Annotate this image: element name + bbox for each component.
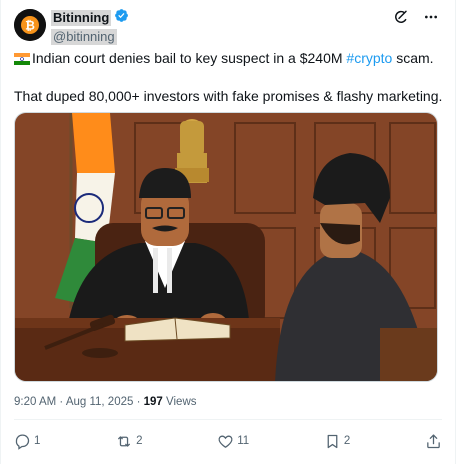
bookmark-count: 2 <box>343 435 351 447</box>
author-block: Bitinning @bitinning <box>51 8 129 46</box>
reply-count: 1 <box>34 435 41 447</box>
tweet-line-2: That duped 80,000+ investors with fake p… <box>14 88 443 104</box>
header-actions <box>393 9 439 25</box>
like-count: 11 <box>237 435 250 447</box>
reply-icon <box>15 433 30 450</box>
tweet-text: Indian court denies bail to key suspect … <box>14 49 444 106</box>
repost-count: 2 <box>136 435 143 447</box>
bookmark-button[interactable]: 2 <box>324 433 350 450</box>
grok-icon[interactable] <box>393 9 409 25</box>
meta-separator: · <box>136 396 141 408</box>
tweet-meta: 9:20 AM · Aug 11, 2025 · 197 Views <box>14 396 197 408</box>
svg-text:₿: ₿ <box>25 19 35 33</box>
tweet-text-part: Indian court denies bail to key suspect … <box>32 50 347 66</box>
meta-separator: · <box>59 396 64 408</box>
tweet-time[interactable]: 9:20 AM <box>14 396 56 408</box>
india-flag-icon <box>14 51 30 70</box>
tweet-text-part: scam. <box>392 50 434 66</box>
crypto-hashtag-link[interactable]: #crypto <box>346 50 392 66</box>
avatar[interactable]: ₿ <box>14 9 46 41</box>
tweet-card: ₿ Bitinning @bitinning Indian court deni… <box>0 0 456 464</box>
action-bar: 1 2 11 2 <box>14 430 442 452</box>
views-label: Views <box>166 396 197 408</box>
like-button[interactable]: 11 <box>217 433 249 450</box>
heart-icon <box>218 435 233 448</box>
repost-button[interactable]: 2 <box>115 433 143 450</box>
views-count: 197 <box>143 396 163 408</box>
tweet-date[interactable]: Aug 11, 2025 <box>66 396 134 408</box>
author-handle[interactable]: @bitinning <box>51 29 117 45</box>
courtroom-illustration <box>15 113 437 381</box>
tweet-line-1: Indian court denies bail to key suspect … <box>14 49 444 70</box>
tweet-image[interactable] <box>14 112 438 382</box>
more-options-icon[interactable] <box>423 9 439 25</box>
author-name[interactable]: Bitinning <box>51 10 112 26</box>
verified-badge-icon <box>114 8 129 28</box>
reply-button[interactable]: 1 <box>14 433 40 450</box>
bookmark-icon <box>327 434 338 448</box>
repost-icon <box>118 435 131 447</box>
share-button[interactable] <box>425 433 442 450</box>
divider <box>14 419 442 420</box>
share-icon <box>427 433 440 448</box>
bitcoin-logo-icon: ₿ <box>14 9 46 41</box>
judge-desk <box>15 317 280 381</box>
